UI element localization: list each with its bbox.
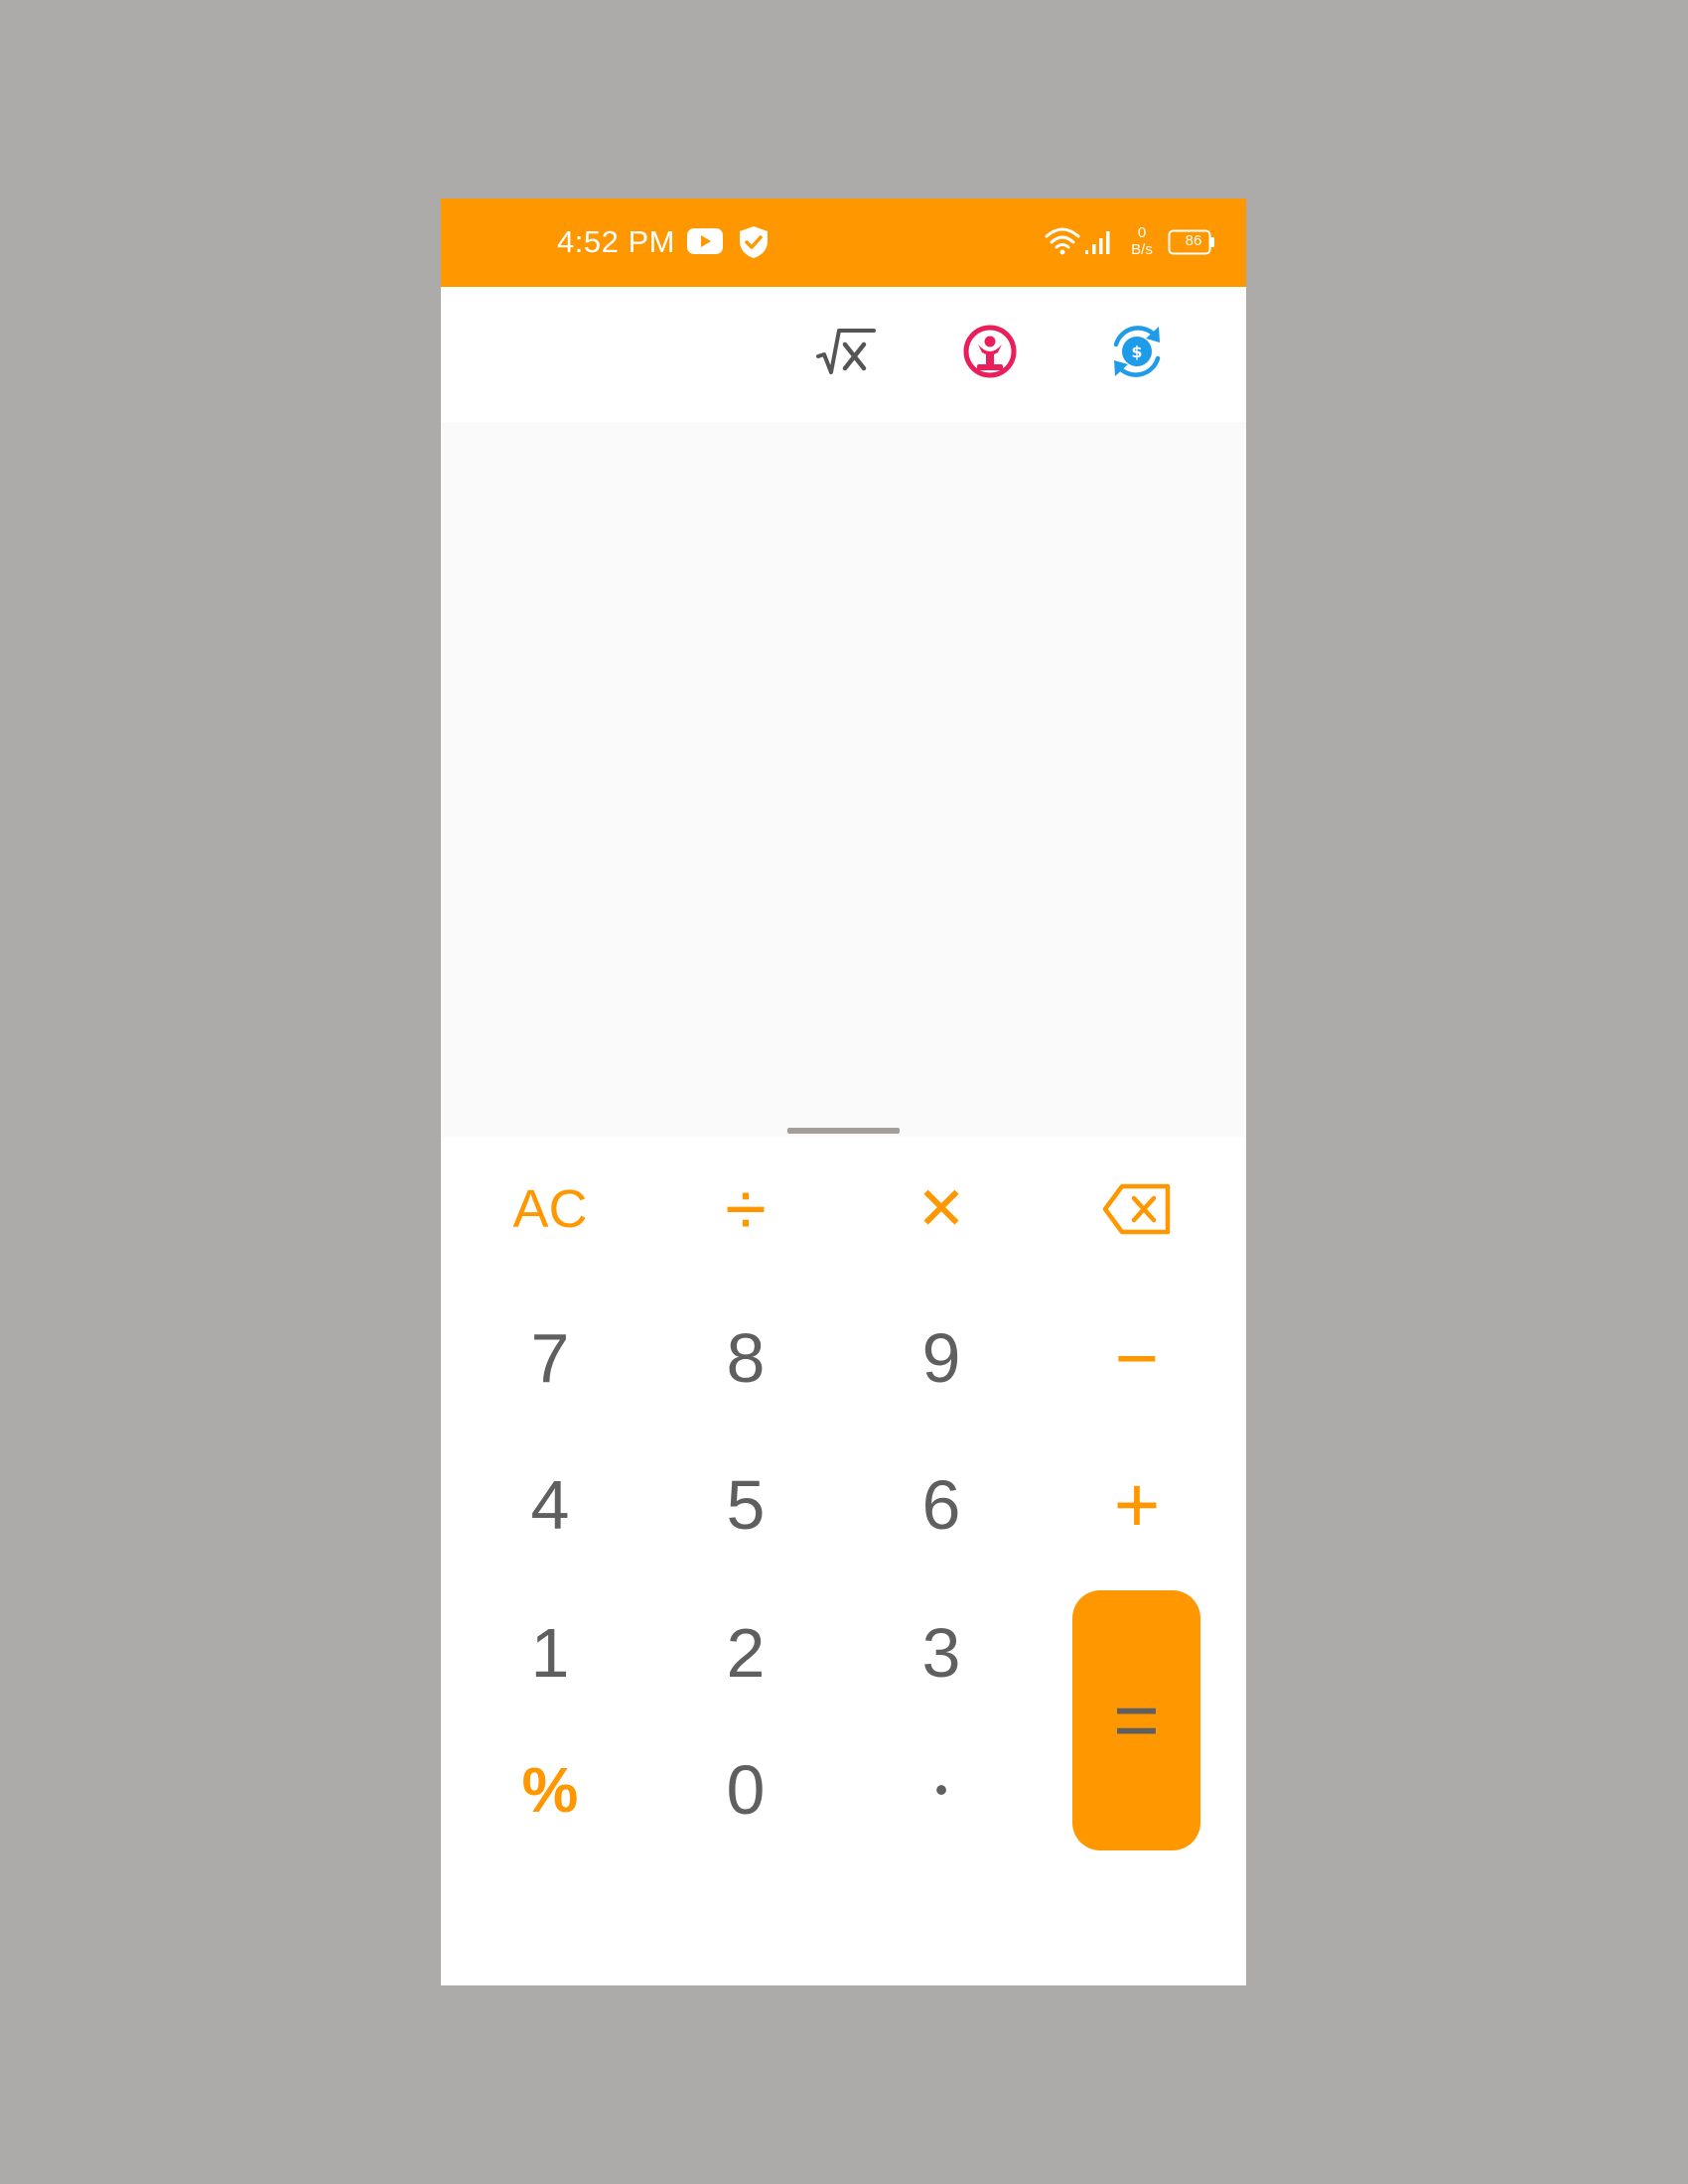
history-drag-handle[interactable]	[787, 1128, 900, 1134]
bmi-calculator-button[interactable]	[957, 319, 1023, 384]
equals-button[interactable]: =	[1072, 1590, 1200, 1850]
status-bar: 4:52 PM 0 B/s 86	[441, 199, 1246, 287]
percent-button[interactable]: %	[481, 1735, 620, 1844]
network-speed-value: 0	[1137, 224, 1147, 241]
digit-4-button[interactable]: 4	[481, 1450, 620, 1560]
wifi-icon	[1045, 227, 1080, 255]
digit-5-button[interactable]: 5	[676, 1450, 815, 1560]
digit-9-button[interactable]: 9	[872, 1303, 1011, 1413]
network-speed-unit: B/s	[1131, 241, 1153, 258]
shield-check-icon	[740, 226, 768, 258]
currency-exchange-icon: $	[1113, 326, 1161, 377]
scientific-mode-button[interactable]	[812, 319, 878, 384]
backspace-icon	[1102, 1183, 1171, 1235]
divide-button[interactable]: ÷	[676, 1155, 815, 1264]
digit-0-button[interactable]: 0	[676, 1735, 815, 1844]
digit-8-button[interactable]: 8	[676, 1303, 815, 1413]
sqrt-x-icon	[816, 329, 876, 374]
toolbar: $	[441, 287, 1246, 422]
cell-signal-icon	[1085, 231, 1110, 254]
calculation-display	[441, 422, 1246, 1137]
multiply-button[interactable]: ✕	[872, 1155, 1011, 1264]
digit-7-button[interactable]: 7	[481, 1303, 620, 1413]
youtube-notification-icon	[687, 228, 723, 254]
digit-2-button[interactable]: 2	[676, 1598, 815, 1707]
equals-label: =	[1113, 1676, 1160, 1764]
backspace-button[interactable]	[1067, 1155, 1206, 1264]
digit-1-button[interactable]: 1	[481, 1598, 620, 1707]
svg-text:$: $	[1131, 342, 1142, 361]
clear-button[interactable]: AC	[481, 1155, 620, 1264]
plus-button[interactable]: +	[1067, 1450, 1206, 1560]
digit-6-button[interactable]: 6	[872, 1450, 1011, 1560]
battery-level: 86	[1185, 232, 1202, 249]
bmi-person-icon	[963, 325, 1017, 378]
digit-3-button[interactable]: 3	[872, 1598, 1011, 1707]
decimal-button[interactable]: •	[872, 1735, 1011, 1844]
network-speed: 0 B/s	[1126, 224, 1158, 258]
minus-button[interactable]: −	[1067, 1303, 1206, 1413]
status-time: 4:52 PM	[557, 224, 675, 259]
currency-converter-button[interactable]: $	[1104, 319, 1170, 384]
